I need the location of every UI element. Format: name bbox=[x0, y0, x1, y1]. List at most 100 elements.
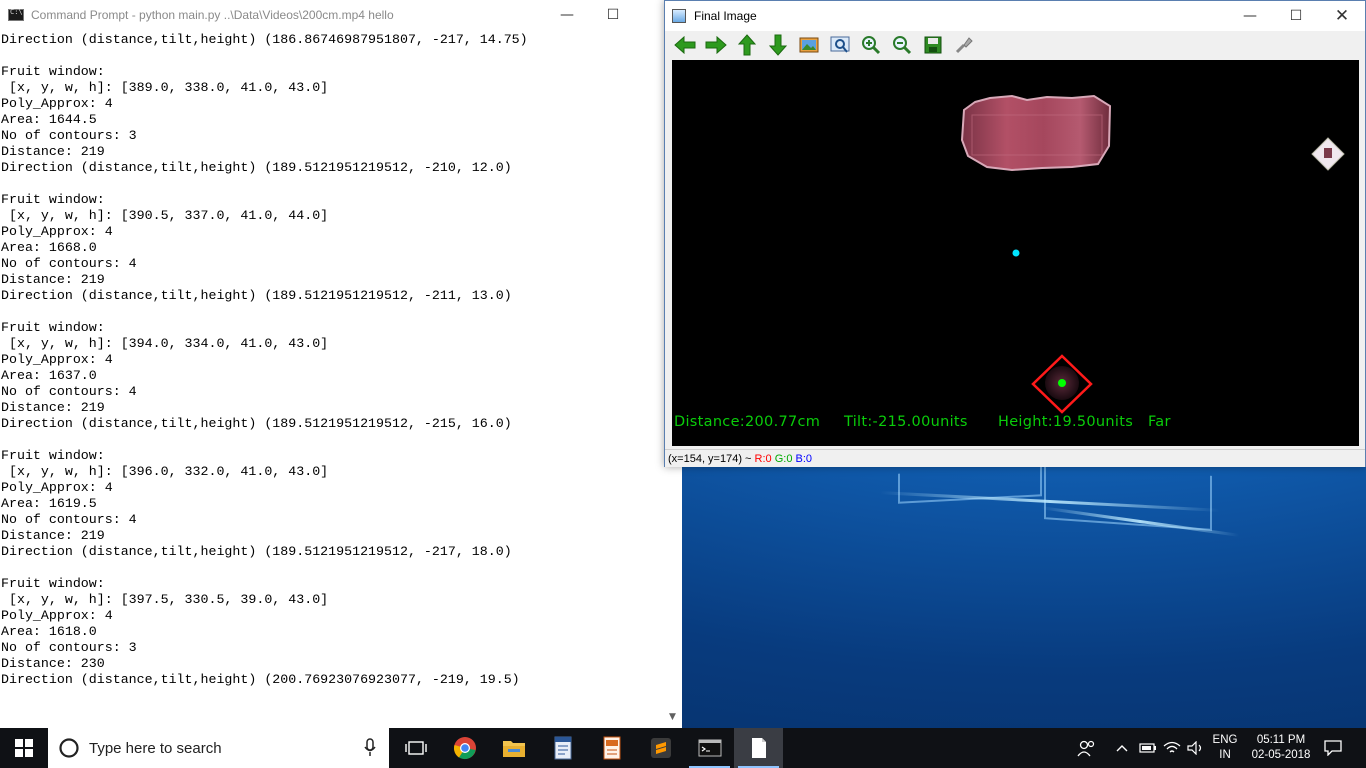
zoom-out-icon[interactable] bbox=[886, 32, 917, 58]
taskbar-file-explorer[interactable] bbox=[489, 728, 538, 768]
search-placeholder: Type here to search bbox=[89, 739, 222, 757]
volume-button[interactable] bbox=[1185, 728, 1207, 768]
pixel-r-value: R:0 bbox=[754, 453, 772, 465]
people-button[interactable] bbox=[1074, 728, 1100, 768]
folder-icon bbox=[502, 741, 525, 757]
properties-icon[interactable] bbox=[948, 32, 979, 58]
console-line: [x, y, w, h]: [396.0, 332.0, 41.0, 43.0] bbox=[1, 464, 329, 479]
fruit-detection-marker bbox=[1031, 354, 1093, 414]
console-line: Area: 1644.5 bbox=[1, 112, 97, 127]
clock-date: 02-05-2018 bbox=[1251, 749, 1311, 761]
taskbar-chrome[interactable] bbox=[440, 728, 489, 768]
clock-time: 05:11 PM bbox=[1256, 734, 1306, 746]
taskbar-command-prompt[interactable] bbox=[685, 728, 734, 768]
console-line: Poly_Approx: 4 bbox=[1, 480, 113, 495]
overlay-tilt: Tilt:-215.00units bbox=[844, 414, 968, 430]
console-line: Poly_Approx: 4 bbox=[1, 96, 113, 111]
save-icon[interactable] bbox=[917, 32, 948, 58]
start-button[interactable] bbox=[0, 728, 48, 768]
cmd-console-output[interactable]: Direction (distance,tilt,height) (186.86… bbox=[0, 30, 666, 728]
image-canvas[interactable]: Distance:200.77cm Tilt:-215.00units Heig… bbox=[672, 60, 1359, 446]
notification-icon bbox=[1324, 740, 1342, 756]
cmd-titlebar[interactable]: Command Prompt - python main.py ..\Data\… bbox=[0, 0, 681, 30]
maximize-button[interactable]: ☐ bbox=[590, 0, 636, 30]
console-line: Direction (distance,tilt,height) (189.51… bbox=[1, 544, 512, 559]
taskbar-image-viewer[interactable] bbox=[734, 728, 783, 768]
console-line: Direction (distance,tilt,height) (189.51… bbox=[1, 288, 512, 303]
image-window-titlebar[interactable]: Final Image — ☐ ✕ bbox=[665, 1, 1365, 31]
cmd-app-icon bbox=[8, 8, 24, 21]
close-button[interactable]: ✕ bbox=[1319, 1, 1365, 31]
taskbar-orange-doc-app[interactable] bbox=[587, 728, 636, 768]
action-center-button[interactable] bbox=[1318, 728, 1348, 768]
wifi-button[interactable] bbox=[1161, 728, 1183, 768]
arrow-right-icon[interactable] bbox=[700, 32, 731, 58]
minimize-button[interactable]: — bbox=[544, 0, 590, 30]
cmd-window-title: Command Prompt - python main.py ..\Data\… bbox=[31, 8, 394, 22]
show-hidden-icons-button[interactable] bbox=[1112, 728, 1132, 768]
console-line: Fruit window: bbox=[1, 192, 105, 207]
image-window-app-icon bbox=[672, 9, 686, 23]
console-line: Fruit window: bbox=[1, 448, 105, 463]
console-line: No of contours: 3 bbox=[1, 640, 137, 655]
image-toolbar bbox=[665, 31, 1365, 59]
search-input[interactable]: Type here to search bbox=[48, 728, 389, 768]
small-diamond-object bbox=[1311, 137, 1345, 171]
console-line: Direction (distance,tilt,height) (186.86… bbox=[1, 32, 528, 47]
zoom-fit-icon[interactable] bbox=[824, 32, 855, 58]
arrow-up-icon[interactable] bbox=[731, 32, 762, 58]
language-code: ENG bbox=[1212, 734, 1238, 746]
microphone-icon[interactable] bbox=[363, 738, 377, 758]
console-line: Area: 1668.0 bbox=[1, 240, 97, 255]
console-line: [x, y, w, h]: [390.5, 337.0, 41.0, 44.0] bbox=[1, 208, 329, 223]
arrow-down-icon[interactable] bbox=[762, 32, 793, 58]
pixel-g-value: G:0 bbox=[774, 453, 793, 465]
final-image-window[interactable]: Final Image — ☐ ✕ Distance:200.77cm Tilt… bbox=[664, 0, 1366, 467]
overlay-status: Far bbox=[1148, 414, 1171, 430]
zoom-in-icon[interactable] bbox=[855, 32, 886, 58]
chevron-up-icon bbox=[1116, 745, 1128, 752]
command-prompt-icon bbox=[698, 739, 721, 757]
image-icon[interactable] bbox=[793, 32, 824, 58]
task-view-button[interactable] bbox=[391, 728, 440, 768]
console-line: No of contours: 4 bbox=[1, 512, 137, 527]
orange-document-icon bbox=[603, 736, 620, 760]
keyboard-region: IN bbox=[1219, 749, 1231, 761]
taskbar-sublime-text[interactable] bbox=[636, 728, 685, 768]
clock[interactable]: 05:11 PM 02-05-2018 bbox=[1244, 728, 1318, 768]
console-line: No of contours: 4 bbox=[1, 384, 137, 399]
cyan-centroid-dot bbox=[1012, 249, 1020, 257]
console-line: Area: 1637.0 bbox=[1, 368, 97, 383]
console-line: Direction (distance,tilt,height) (189.51… bbox=[1, 160, 512, 175]
arrow-left-icon[interactable] bbox=[669, 32, 700, 58]
battery-icon bbox=[1139, 743, 1156, 753]
console-line: Poly_Approx: 4 bbox=[1, 608, 113, 623]
scroll-down-icon[interactable]: ▼ bbox=[669, 712, 676, 722]
console-line: Distance: 219 bbox=[1, 528, 105, 543]
task-view-icon bbox=[404, 741, 427, 755]
console-text: Direction (distance,tilt,height) (186.86… bbox=[0, 30, 666, 688]
console-line: Poly_Approx: 4 bbox=[1, 352, 113, 367]
command-prompt-window[interactable]: Command Prompt - python main.py ..\Data\… bbox=[0, 0, 682, 728]
taskbar-notepad-app[interactable] bbox=[538, 728, 587, 768]
console-line: Distance: 219 bbox=[1, 144, 105, 159]
battery-button[interactable] bbox=[1137, 728, 1159, 768]
image-window-title: Final Image bbox=[694, 9, 757, 23]
console-line: [x, y, w, h]: [394.0, 334.0, 41.0, 43.0] bbox=[1, 336, 329, 351]
console-line: Area: 1619.5 bbox=[1, 496, 97, 511]
overlay-distance: Distance:200.77cm bbox=[674, 414, 821, 430]
console-line: Poly_Approx: 4 bbox=[1, 224, 113, 239]
minimize-button[interactable]: — bbox=[1227, 1, 1273, 31]
console-line: No of contours: 3 bbox=[1, 128, 137, 143]
console-line: Direction (distance,tilt,height) (200.76… bbox=[1, 672, 520, 687]
image-content bbox=[960, 94, 1345, 414]
language-indicator[interactable]: ENG IN bbox=[1210, 728, 1240, 768]
maximize-button[interactable]: ☐ bbox=[1273, 1, 1319, 31]
pixel-b-value: B:0 bbox=[795, 453, 813, 465]
blank-page-icon bbox=[751, 738, 766, 758]
